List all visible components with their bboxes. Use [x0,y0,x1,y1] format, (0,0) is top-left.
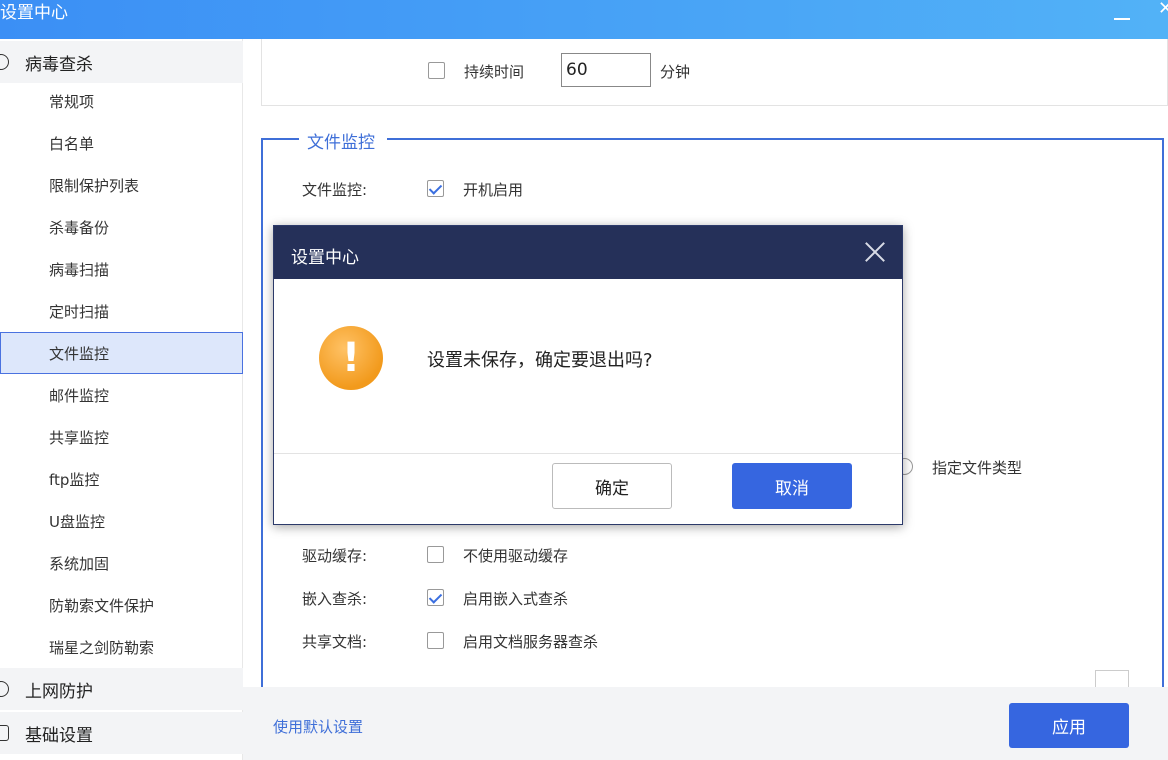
sidebar-item-restricted-list[interactable]: 限制保护列表 [0,164,243,206]
unsaved-changes-dialog: 设置中心 ! 设置未保存，确定要退出吗? 确定 取消 [273,225,903,525]
sidebar-item-ransom-sword[interactable]: 瑞星之剑防勒索 [0,626,243,668]
dialog-title: 设置中心 [291,248,359,268]
duration-checkbox[interactable] [428,62,445,79]
use-default-settings-link[interactable]: 使用默认设置 [273,716,363,737]
sidebar-item-ransom-file-protect[interactable]: 防勒索文件保护 [0,584,243,626]
sidebar-group-label: 上网防护 [25,681,93,702]
apply-button[interactable]: 应用 [1009,703,1129,748]
dialog-message: 设置未保存，确定要退出吗? [427,350,653,371]
sidebar-item-file-monitor[interactable]: 文件监控 [0,332,243,374]
driver-cache-checkbox[interactable] [427,546,444,563]
sidebar-item-backup[interactable]: 杀毒备份 [0,206,243,248]
duration-label: 持续时间 [464,63,525,81]
duration-input[interactable]: 60 [561,53,651,87]
embed-scan-label: 嵌入查杀: [302,590,368,608]
footer-bar: 使用默认设置 应用 [243,687,1168,760]
partial-control[interactable] [1095,670,1129,687]
dialog-divider [274,453,902,454]
confirm-button[interactable]: 确定 [552,463,672,509]
sidebar-item-general[interactable]: 常规项 [0,80,243,122]
sidebar-item-virus-scan[interactable]: 病毒扫描 [0,248,243,290]
sidebar-group-label: 基础设置 [25,725,93,746]
sidebar-item-share-monitor[interactable]: 共享监控 [0,416,243,458]
shared-docs-label: 共享文档: [302,633,368,651]
minimize-button[interactable] [1106,0,1136,39]
sidebar-item-ftp-monitor[interactable]: ftp监控 [0,458,243,500]
shield-icon [0,54,9,70]
shared-docs-checkbox[interactable] [427,632,444,649]
dialog-header: 设置中心 [274,226,902,279]
title-bar: 设置中心 ✕ [0,0,1168,39]
settings-icon [0,725,9,741]
embed-scan-checkbox[interactable] [427,589,444,606]
cancel-button[interactable]: 取消 [732,463,852,509]
globe-icon [0,681,9,697]
file-monitor-label: 文件监控: [302,181,368,199]
file-type-label: 指定文件类型 [932,459,1023,477]
sidebar-item-usb-monitor[interactable]: U盘监控 [0,500,243,542]
section-title: 文件监控 [299,128,387,153]
boot-start-label: 开机启用 [463,181,524,199]
sidebar: 病毒查杀 常规项 白名单 限制保护列表 杀毒备份 病毒扫描 定时扫描 文件监控 … [0,39,243,760]
duration-unit: 分钟 [660,63,691,81]
boot-start-checkbox[interactable] [427,180,444,197]
window-close-icon[interactable]: ✕ [1158,0,1168,39]
embed-scan-option: 启用嵌入式查杀 [463,590,569,608]
sidebar-group-basic-settings[interactable]: 基础设置 [0,712,243,754]
driver-cache-option: 不使用驱动缓存 [463,547,569,565]
sidebar-item-mail-monitor[interactable]: 邮件监控 [0,374,243,416]
shared-docs-option: 启用文档服务器查杀 [463,633,599,651]
window-title: 设置中心 [0,3,68,23]
sidebar-item-scheduled-scan[interactable]: 定时扫描 [0,290,243,332]
sidebar-item-whitelist[interactable]: 白名单 [0,122,243,164]
sidebar-group-label: 病毒查杀 [25,54,93,75]
sidebar-group-antivirus[interactable]: 病毒查杀 [0,41,243,83]
duration-panel: 持续时间 60 分钟 [261,39,1168,106]
driver-cache-label: 驱动缓存: [302,547,368,565]
sidebar-group-web-protect[interactable]: 上网防护 [0,668,243,710]
close-icon[interactable] [862,239,888,265]
warning-icon: ! [319,326,383,390]
sidebar-item-system-hardening[interactable]: 系统加固 [0,542,243,584]
